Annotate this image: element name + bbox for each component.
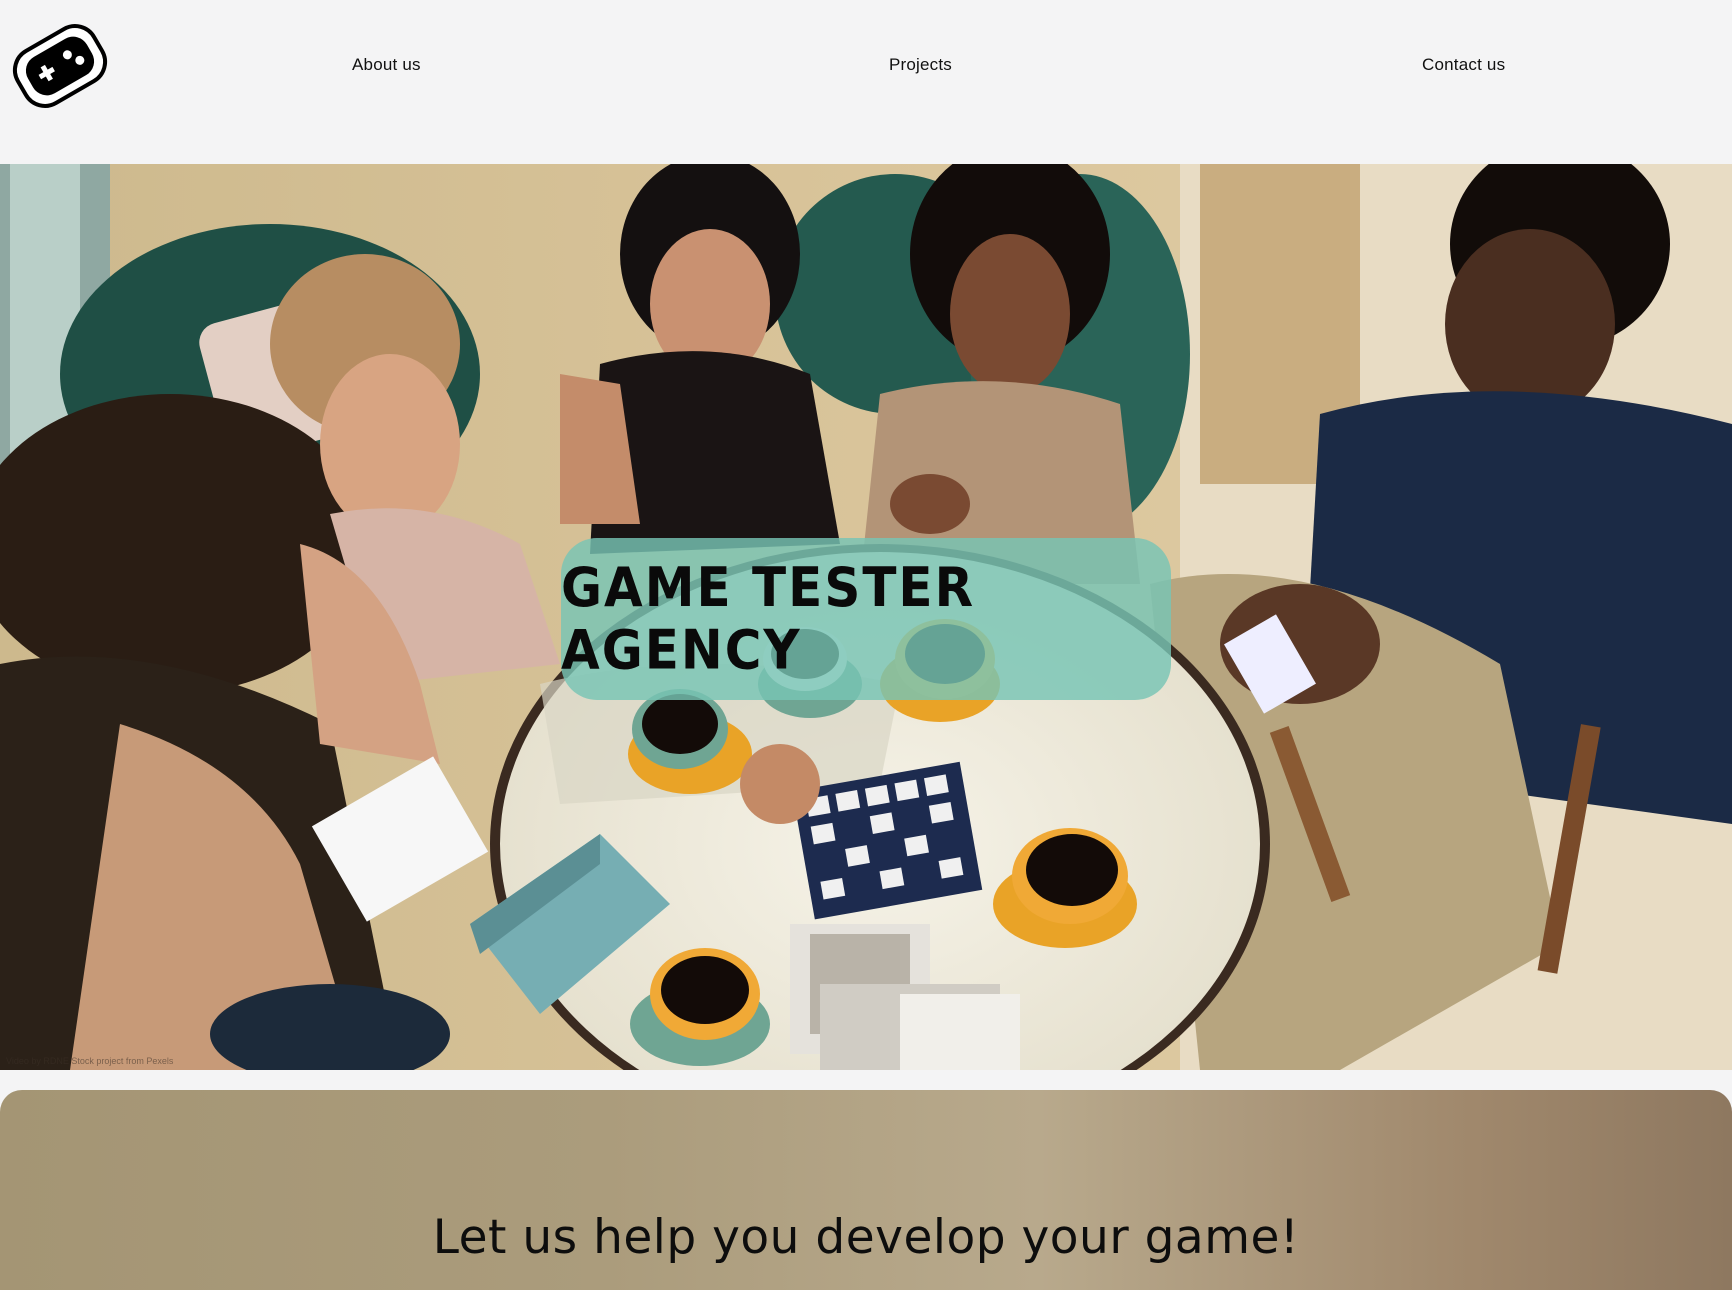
help-section: Let us help you develop your game! bbox=[0, 1090, 1732, 1290]
hero-banner: Game Tester Agency Video by RDNE Stock p… bbox=[0, 164, 1732, 1070]
hero-title: Game Tester Agency bbox=[561, 556, 976, 682]
nav-projects[interactable]: Projects bbox=[889, 55, 952, 75]
site-header: About us Projects Contact us bbox=[0, 0, 1732, 164]
hero-title-card: Game Tester Agency bbox=[561, 538, 1171, 700]
nav-contact-us[interactable]: Contact us bbox=[1422, 55, 1505, 75]
video-credit: Video by RDNE Stock project from Pexels bbox=[6, 1056, 174, 1066]
gamepad-icon[interactable] bbox=[6, 12, 114, 120]
nav-about-us[interactable]: About us bbox=[352, 55, 421, 75]
help-heading: Let us help you develop your game! bbox=[432, 1210, 1300, 1265]
